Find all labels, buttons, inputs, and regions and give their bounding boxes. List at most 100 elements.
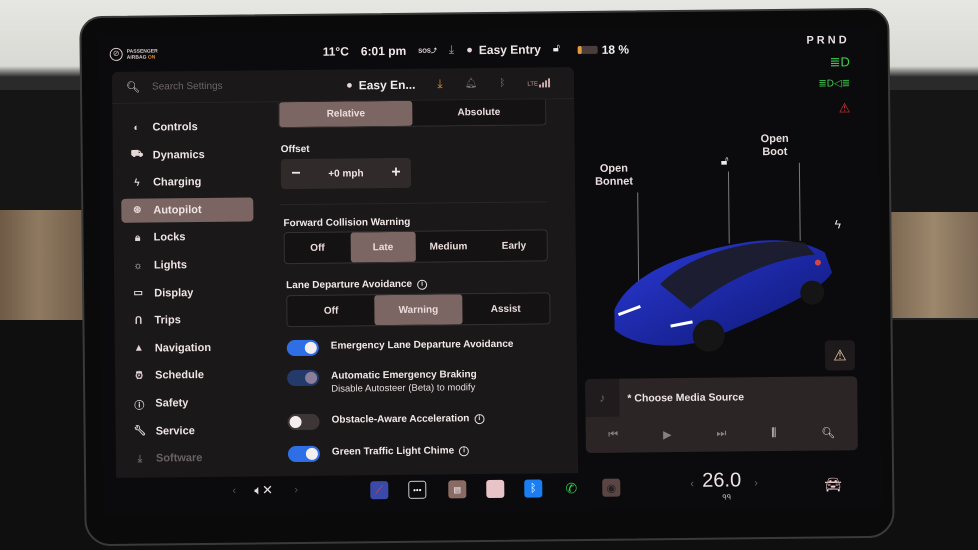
outside-temperature: 11°C [322, 43, 349, 59]
fcw-option-medium[interactable]: Medium [416, 231, 482, 262]
profile-button[interactable]: ● Easy En... [346, 77, 416, 92]
sidebar-item-locks[interactable]: 🔒︎ Locks [122, 225, 254, 250]
sidebar-item-label: Dynamics [152, 148, 205, 162]
speed-mode-relative[interactable]: Relative [279, 100, 413, 128]
decrease-offset-button[interactable]: − [289, 165, 303, 183]
profile-short-name: Easy En... [358, 77, 416, 92]
sidebar-item-label: Schedule [155, 369, 205, 382]
search-icon: 🔍︎ [125, 81, 141, 94]
play-icon[interactable]: ▶︎ [663, 428, 672, 441]
sidebar-item-label: Charging [152, 176, 202, 189]
toggle-icon: ◐ [133, 122, 140, 134]
download-icon[interactable]: ⤓ [437, 76, 442, 91]
sidebar-item-label: Controls [152, 121, 198, 134]
sidebar-item-schedule[interactable]: ⏰︎ Schedule [123, 363, 255, 388]
steering-wheel-icon: ⊛ [133, 204, 142, 217]
more-apps-icon[interactable]: ••• [408, 480, 427, 499]
sidebar-item-controls[interactable]: ◐ Controls [120, 114, 252, 139]
camera-app-icon[interactable]: ◉ [602, 478, 621, 497]
bluetooth-icon[interactable]: ᛒ [499, 78, 505, 89]
green-traffic-light-chime-toggle[interactable] [287, 445, 320, 463]
download-icon[interactable]: ⤓ [449, 42, 454, 57]
sidebar-item-trips[interactable]: ᑎ Trips [122, 308, 254, 333]
sidebar-item-dynamics[interactable]: ⛟ Dynamics [121, 142, 253, 167]
calendar-app-icon[interactable]: ▤ [448, 480, 467, 499]
offset-value: +0 mph [328, 167, 364, 180]
notes-app-icon[interactable] [486, 479, 505, 499]
wrench-icon: 🔧︎ [133, 425, 147, 437]
sidebar-item-software[interactable]: ⤓ Software [124, 446, 256, 471]
lock-open-icon[interactable]: 🔓︎ [553, 42, 560, 55]
car-controls-icon[interactable]: 🚘︎ [824, 476, 842, 493]
toggle-row-obstacle-aware-acceleration: Obstacle-Aware Acceleration i [287, 412, 485, 431]
search-settings-input[interactable] [151, 79, 303, 93]
music-note-icon: ♪ [585, 378, 620, 418]
lda-option-assist[interactable]: Assist [462, 293, 550, 324]
info-icon[interactable]: i [474, 414, 485, 425]
next-icon[interactable]: ⏭︎ [716, 427, 726, 440]
toggle-sublabel: Disable Autosteer (Beta) to modify [331, 382, 476, 395]
divider [279, 201, 548, 206]
charge-port-icon[interactable]: ϟ [834, 217, 841, 231]
sidebar-item-label: Navigation [154, 341, 212, 355]
navigation-icon: ▲ [133, 342, 144, 355]
profile-name: Easy Entry [478, 41, 541, 57]
lda-option-warning[interactable]: Warning [374, 294, 463, 326]
fcw-option-off[interactable]: Off [285, 232, 351, 263]
open-boot-button[interactable]: Open Boot [761, 133, 789, 159]
volume-up-chevron[interactable]: › [294, 484, 298, 496]
open-bonnet-button[interactable]: Open Bonnet [595, 162, 633, 188]
phone-app-icon[interactable]: ✆ [562, 479, 580, 497]
lock-open-icon[interactable]: 🔓︎ [721, 153, 729, 168]
speed-limit-mode-selector: Relative Absolute [278, 99, 547, 129]
sidebar-item-display[interactable]: ▭ Display [122, 280, 254, 305]
sidebar-item-charging[interactable]: ϟ Charging [121, 170, 253, 195]
automatic-emergency-braking-toggle[interactable] [287, 369, 320, 387]
choose-media-source[interactable]: * Choose Media Source [627, 391, 744, 404]
bell-icon[interactable]: 🔔︎ [465, 78, 478, 89]
airbag-icon: ⊘ [109, 47, 123, 61]
equalizer-icon[interactable]: ⫼ [771, 427, 776, 440]
obstacle-aware-acceleration-toggle[interactable] [287, 413, 320, 431]
fcw-option-late[interactable]: Late [350, 231, 416, 263]
sidebar-item-label: Service [155, 424, 195, 438]
info-icon[interactable]: i [417, 279, 428, 290]
driver-profile-button[interactable]: ● Easy Entry [466, 42, 541, 57]
seat-heater-icon[interactable]: ᑫᑫ [722, 493, 731, 501]
temp-up-chevron[interactable]: › [754, 477, 758, 489]
car-icon: ⛟ [130, 148, 144, 160]
navigate-app-icon[interactable]: ⟋ [370, 481, 389, 500]
increase-offset-button[interactable]: + [389, 164, 403, 182]
offset-stepper: − +0 mph + [280, 157, 412, 190]
emergency-lane-departure-toggle[interactable] [286, 339, 319, 357]
temp-down-chevron[interactable]: ‹ [690, 478, 694, 490]
media-player: ♪ * Choose Media Source ⏮︎ ▶︎ ⏭︎ ⫼ 🔍︎ [585, 376, 858, 454]
airbag-state: ON [147, 53, 156, 61]
sos-icon[interactable]: SOS⤴ [418, 46, 437, 55]
battery-fill [577, 46, 582, 55]
toggle-label: Green Traffic Light Chime [331, 445, 455, 458]
sidebar-item-autopilot[interactable]: ⊛ Autopilot [121, 197, 254, 223]
toggle-label: Obstacle-Aware Acceleration [331, 413, 470, 426]
lock-icon: 🔒︎ [134, 232, 141, 244]
bluetooth-app-icon[interactable]: ᛒ [524, 479, 543, 498]
previous-icon[interactable]: ⏮︎ [608, 428, 618, 441]
sidebar-item-service[interactable]: 🔧︎ Service [124, 418, 256, 443]
info-icon[interactable]: i [459, 446, 470, 457]
hazard-warning-button[interactable]: ⚠ [824, 340, 856, 371]
volume-muted-icon[interactable]: 🔈︎✕ [254, 482, 273, 498]
sidebar-item-label: Locks [153, 231, 186, 244]
sidebar-item-label: Lights [153, 259, 187, 272]
sidebar-item-lights[interactable]: ☼ Lights [122, 252, 254, 277]
toggle-label: Emergency Lane Departure Avoidance [330, 338, 514, 352]
search-icon[interactable]: 🔍︎ [821, 426, 835, 439]
volume-down-chevron[interactable]: ‹ [232, 485, 236, 497]
fcw-option-early[interactable]: Early [481, 230, 547, 261]
search-bar: 🔍︎ [125, 79, 303, 94]
cabin-temperature[interactable]: 26.0 [702, 469, 741, 492]
sidebar-item-safety[interactable]: ⓘ Safety [123, 390, 255, 415]
lane-departure-avoidance-selector: Off Warning Assist [286, 292, 551, 328]
speed-mode-absolute[interactable]: Absolute [412, 99, 545, 125]
lda-option-off[interactable]: Off [287, 295, 375, 326]
sidebar-item-navigation[interactable]: ▲ Navigation [123, 335, 255, 360]
